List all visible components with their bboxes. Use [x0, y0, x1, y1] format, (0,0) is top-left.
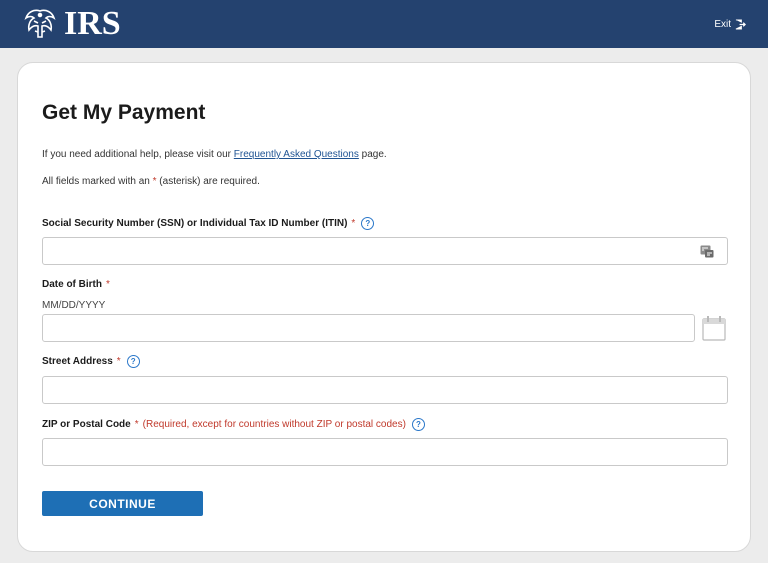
ssn-label-text: Social Security Number (SSN) or Individu…	[42, 218, 348, 229]
required-prefix: All fields marked with an	[42, 176, 150, 187]
form-card: Get My Payment If you need additional he…	[17, 62, 751, 552]
street-required-star: *	[116, 356, 121, 367]
exit-label: Exit	[714, 18, 731, 30]
zip-required-star: *	[134, 419, 139, 430]
dob-required-star: *	[106, 279, 110, 290]
eagle-logo-icon	[24, 9, 56, 38]
zip-label-text: ZIP or Postal Code	[42, 419, 131, 430]
exit-button[interactable]: Exit	[714, 19, 746, 30]
street-help-icon[interactable]: ?	[126, 355, 140, 368]
ssn-label: Social Security Number (SSN) or Individu…	[42, 217, 375, 230]
logo-wordmark: IRS	[64, 5, 121, 42]
dob-label: Date of Birth *	[42, 279, 110, 290]
id-card-icon	[700, 245, 714, 258]
dob-format-hint: MM/DD/YYYY	[42, 300, 106, 311]
street-label-text: Street Address	[42, 356, 113, 367]
ssn-input[interactable]	[42, 237, 728, 265]
help-suffix: page.	[361, 149, 387, 160]
ssn-help-icon[interactable]: ?	[361, 217, 375, 230]
help-text: If you need additional help, please visi…	[42, 149, 387, 160]
zip-label: ZIP or Postal Code * (Required, except f…	[42, 418, 425, 431]
zip-input[interactable]	[42, 438, 728, 466]
top-header: IRS Exit	[0, 0, 768, 48]
ssn-required-star: *	[351, 218, 356, 229]
required-suffix: (asterisk) are required.	[159, 176, 260, 187]
page-title: Get My Payment	[42, 101, 206, 124]
continue-button[interactable]: CONTINUE	[42, 491, 203, 516]
calendar-icon[interactable]	[702, 315, 726, 341]
zip-required-note: (Required, except for countries without …	[142, 419, 406, 430]
dob-label-text: Date of Birth	[42, 279, 102, 290]
faq-link[interactable]: Frequently Asked Questions	[234, 149, 359, 160]
street-address-input[interactable]	[42, 376, 728, 404]
street-label: Street Address * ?	[42, 355, 140, 368]
dob-input[interactable]	[42, 314, 695, 342]
zip-help-icon[interactable]: ?	[411, 418, 425, 431]
required-asterisk: *	[152, 176, 157, 187]
required-note: All fields marked with an * (asterisk) a…	[42, 176, 260, 187]
exit-door-icon	[735, 18, 746, 30]
help-prefix: If you need additional help, please visi…	[42, 149, 232, 160]
irs-logo[interactable]: IRS	[20, 7, 121, 41]
